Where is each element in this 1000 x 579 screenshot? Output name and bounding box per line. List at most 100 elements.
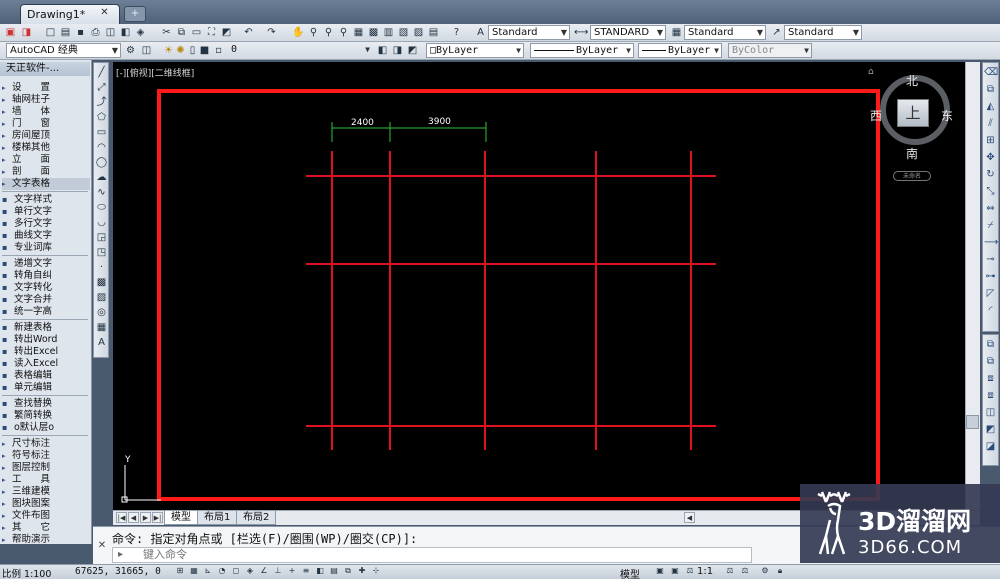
tianzheng-menu-item[interactable]: ▸ 尺寸标注 bbox=[2, 438, 90, 450]
tianzheng-menu-item[interactable]: ▸ 房间屋顶 bbox=[2, 130, 90, 142]
last-tab-icon[interactable]: ▶| bbox=[152, 512, 163, 523]
design-center-icon[interactable]: ▩ bbox=[367, 26, 380, 39]
tianzheng-menu-item[interactable]: ▸ 其 它 bbox=[2, 522, 90, 534]
array-icon[interactable]: ⊞ bbox=[984, 134, 997, 147]
tianzheng-menu-item[interactable]: ▪ 文字样式 bbox=[2, 194, 90, 206]
annotation-monitor-icon[interactable]: ✚ bbox=[357, 566, 367, 576]
polar-mode-icon[interactable]: ◔ bbox=[217, 566, 227, 576]
send-under-icon[interactable]: ⧈ bbox=[984, 389, 997, 402]
erase-icon[interactable]: ⌫ bbox=[984, 66, 998, 79]
layer-plot-icon[interactable]: ▫ bbox=[212, 44, 225, 57]
tianzheng-menu-item[interactable]: ▸ 工 具 bbox=[2, 474, 90, 486]
tab-model[interactable]: 模型 bbox=[164, 511, 198, 525]
tianzheng-menu-item[interactable]: ▪ 新建表格 bbox=[2, 322, 90, 334]
redo-icon[interactable]: ↷ bbox=[265, 26, 278, 39]
tianzheng-menu-item[interactable]: ▸ 设 置 bbox=[2, 82, 90, 94]
command-input[interactable] bbox=[112, 547, 752, 563]
plotstyle-select[interactable]: ByColor ▼ bbox=[728, 43, 812, 58]
tianzheng-menu-item[interactable]: ▸ 三维建模 bbox=[2, 486, 90, 498]
tianzheng-menu-item[interactable]: ▸ 轴网柱子 bbox=[2, 94, 90, 106]
grid-mode-icon[interactable]: ▦ bbox=[189, 566, 199, 576]
rotate-icon[interactable]: ↻ bbox=[984, 168, 997, 181]
save-icon[interactable]: ▪ bbox=[74, 26, 87, 39]
order-misc-icon[interactable]: ◪ bbox=[984, 440, 997, 453]
copy-object-icon[interactable]: ⧉ bbox=[984, 83, 997, 96]
dim-style-select[interactable]: STANDARD ▼ bbox=[590, 25, 666, 40]
command-close-icon[interactable]: ✕ bbox=[96, 540, 108, 552]
bring-above-icon[interactable]: ⧈ bbox=[984, 372, 997, 385]
tianzheng-menu-item[interactable]: ▸ 墙 体 bbox=[2, 106, 90, 118]
tianzheng-menu-item[interactable]: ▪ 查找替换 bbox=[2, 398, 90, 410]
match-props-icon[interactable]: ⛶ bbox=[205, 26, 218, 39]
tianzheng-menu-item[interactable]: ▸ 帮助演示 bbox=[2, 534, 90, 546]
compass-south[interactable]: 南 bbox=[906, 145, 918, 162]
block-editor-icon[interactable]: ◩ bbox=[220, 26, 233, 39]
sheet-set-icon[interactable]: ▧ bbox=[397, 26, 410, 39]
cut-icon[interactable]: ✂ bbox=[160, 26, 173, 39]
quick-view-drawings-icon[interactable]: ▣ bbox=[670, 566, 680, 576]
tianzheng-menu-item[interactable]: ▪ 转角自纠 bbox=[2, 270, 90, 282]
arc-icon[interactable]: ◠ bbox=[95, 141, 108, 154]
text-front-icon[interactable]: ◫ bbox=[984, 406, 997, 419]
tianzheng-menu-item[interactable]: ▪ o默认层o bbox=[2, 422, 90, 434]
tianzheng-menu-item[interactable]: ▪ 读入Excel bbox=[2, 358, 90, 370]
chamfer-icon[interactable]: ◸ bbox=[984, 287, 997, 300]
calculator-icon[interactable]: ▤ bbox=[427, 26, 440, 39]
open-file-icon[interactable]: ▤ bbox=[59, 26, 72, 39]
rectangle-icon[interactable]: ▭ bbox=[95, 126, 108, 139]
3d-dwf-icon[interactable]: ◈ bbox=[134, 26, 147, 39]
lineweight-icon[interactable]: ≡ bbox=[301, 566, 311, 576]
home-icon[interactable]: ⌂ bbox=[868, 67, 874, 77]
break-icon[interactable]: ⊸ bbox=[984, 253, 997, 266]
copy-icon[interactable]: ⧉ bbox=[175, 26, 188, 39]
polyline-icon[interactable]: ⤴ bbox=[95, 96, 108, 109]
linetype-select[interactable]: ByLayer ▼ bbox=[530, 43, 634, 58]
tianzheng-menu-item[interactable]: ▸ 立 面 bbox=[2, 154, 90, 166]
tianzheng-menu-item[interactable]: ▸ 门 窗 bbox=[2, 118, 90, 130]
new-drawing-icon[interactable]: ▣ bbox=[4, 26, 17, 39]
make-block-icon[interactable]: ◳ bbox=[95, 246, 108, 259]
drawing-frame[interactable] bbox=[157, 89, 880, 501]
mtext-icon[interactable]: A bbox=[95, 336, 108, 349]
vertical-scroll-thumb[interactable] bbox=[966, 415, 979, 429]
table-style-select[interactable]: Standard ▼ bbox=[684, 25, 766, 40]
publish-icon[interactable]: ◧ bbox=[119, 26, 132, 39]
annotation-scale-icon[interactable]: ⚖ bbox=[685, 566, 695, 576]
send-back-icon[interactable]: ⧉ bbox=[984, 355, 997, 368]
revision-cloud-icon[interactable]: ☁ bbox=[95, 171, 108, 184]
open-icon[interactable]: ◨ bbox=[20, 26, 33, 39]
annotation-scale[interactable]: 1:1 bbox=[697, 566, 713, 577]
tianzheng-menu-item[interactable]: ▪ 文字转化 bbox=[2, 282, 90, 294]
workspace-switch-icon[interactable]: ⚙ bbox=[760, 566, 770, 576]
tianzheng-menu-item[interactable]: ▸ 图块图案 bbox=[2, 498, 90, 510]
viewport-controls[interactable]: [-][俯视][二维线框] bbox=[116, 66, 194, 79]
ucs-status-icon[interactable]: ⊹ bbox=[371, 566, 381, 576]
hatch-back-icon[interactable]: ◩ bbox=[984, 423, 997, 436]
region-icon[interactable]: ◎ bbox=[95, 306, 108, 319]
markup-icon[interactable]: ▨ bbox=[412, 26, 425, 39]
fillet-icon[interactable]: ◜ bbox=[984, 304, 997, 317]
quick-view-layouts-icon[interactable]: ▣ bbox=[655, 566, 665, 576]
tianzheng-menu-item[interactable]: ▪ 专业词库 bbox=[2, 242, 90, 254]
preview-icon[interactable]: ◫ bbox=[104, 26, 117, 39]
workspace-select[interactable]: AutoCAD 经典 ▼ bbox=[6, 43, 121, 58]
prev-tab-icon[interactable]: ◀ bbox=[128, 512, 139, 523]
offset-icon[interactable]: ⫽ bbox=[984, 117, 997, 130]
tianzheng-menu-item[interactable]: ▪ 单行文字 bbox=[2, 206, 90, 218]
move-icon[interactable]: ✥ bbox=[984, 151, 997, 164]
scale-icon[interactable]: ⤡ bbox=[984, 185, 997, 198]
zoom-window-icon[interactable]: ⚲ bbox=[322, 26, 335, 39]
zoom-previous-icon[interactable]: ⚲ bbox=[337, 26, 350, 39]
tianzheng-menu-item[interactable]: ▪ 单元编辑 bbox=[2, 382, 90, 394]
compass-north[interactable]: 北 bbox=[906, 72, 918, 89]
ortho-mode-icon[interactable]: ⊾ bbox=[203, 566, 213, 576]
text-style-select[interactable]: Standard ▼ bbox=[488, 25, 570, 40]
compass-east[interactable]: 东 bbox=[941, 107, 953, 124]
pan-icon[interactable]: ✋ bbox=[292, 26, 305, 39]
first-tab-icon[interactable]: |◀ bbox=[116, 512, 127, 523]
otrack-icon[interactable]: ∠ bbox=[259, 566, 269, 576]
tianzheng-menu-item[interactable]: ▪ 统一字高 bbox=[2, 306, 90, 318]
mleader-style-select[interactable]: Standard ▼ bbox=[784, 25, 862, 40]
layer-color-icon[interactable]: ■ bbox=[198, 44, 211, 57]
tab-close-icon[interactable]: ✕ bbox=[98, 6, 111, 19]
